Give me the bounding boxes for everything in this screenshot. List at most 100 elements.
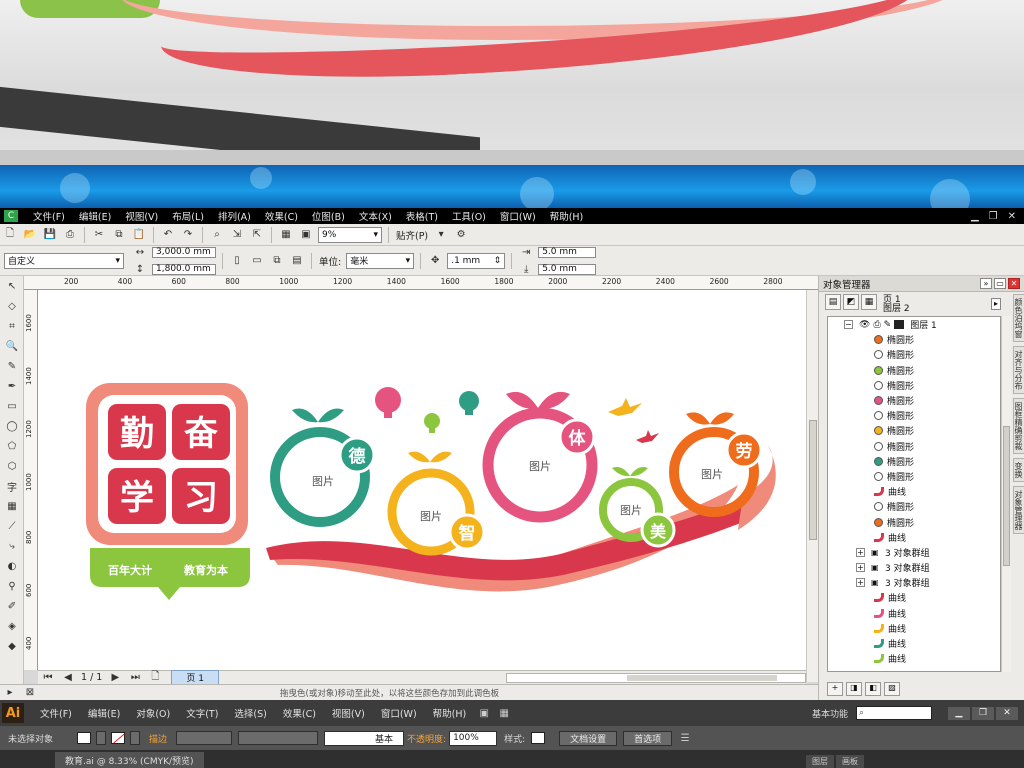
- side-tab-transform[interactable]: 变换: [1013, 458, 1024, 482]
- new-master-layer-even-icon[interactable]: ▨: [884, 682, 900, 696]
- drawing-canvas[interactable]: 勤 奋 学 习 百年大计 教育为本 图片 德 图片 智 图片 体 图片 美 图片…: [38, 290, 806, 670]
- brush-select[interactable]: 基本: [324, 730, 405, 746]
- corel-menu-help[interactable]: 帮助(H): [543, 209, 591, 223]
- document-setup-button[interactable]: 文档设置: [559, 730, 618, 746]
- minimize-icon[interactable]: ▁: [948, 706, 970, 720]
- object-row[interactable]: 椭圆形: [828, 499, 1000, 514]
- corel-menu-effects[interactable]: 效果(C): [258, 209, 305, 223]
- side-tab-powerclip[interactable]: 图框精确剪裁: [1013, 398, 1024, 454]
- object-row[interactable]: 曲线: [828, 606, 1000, 621]
- rectangle-tool-icon[interactable]: ▭: [2, 397, 22, 416]
- object-row[interactable]: 椭圆形: [828, 454, 1000, 469]
- open-icon[interactable]: 📂: [22, 227, 38, 243]
- no-color-icon[interactable]: ⊠: [22, 685, 38, 701]
- nudge-distance-field[interactable]: .1 mm ⇕: [447, 252, 506, 269]
- ai-menu-select[interactable]: 选择(S): [226, 706, 274, 720]
- close-icon[interactable]: ✕: [996, 706, 1018, 720]
- corel-menu-file[interactable]: 文件(F): [26, 209, 72, 223]
- object-row[interactable]: 椭圆形: [828, 347, 1000, 362]
- object-row[interactable]: + ▣ 3 对象群组: [828, 560, 1000, 575]
- save-icon[interactable]: 💾: [42, 227, 58, 243]
- horizontal-ruler[interactable]: 200 400 600 800 1000 1200 1400 1600 1800 2000 2200…: [24, 276, 818, 290]
- ai-menu-edit[interactable]: 编辑(E): [80, 706, 128, 720]
- object-row[interactable]: 椭圆形: [828, 332, 1000, 347]
- ai-menu-file[interactable]: 文件(F): [32, 706, 80, 720]
- document-tab[interactable]: 教育.ai @ 8.33% (CMYK/预览): [55, 752, 204, 768]
- fill-tool-icon[interactable]: ◈: [2, 617, 22, 636]
- snap-to-menu[interactable]: 贴齐(P): [396, 228, 428, 242]
- vertical-ruler[interactable]: 1600 1400 1200 1000 800 600 400: [24, 290, 38, 670]
- search-content-icon[interactable]: ⌕: [209, 227, 225, 243]
- printer-icon[interactable]: ⎙: [873, 320, 880, 330]
- object-row[interactable]: 椭圆形: [828, 378, 1000, 393]
- object-row[interactable]: 曲线: [828, 651, 1000, 666]
- basic-shapes-icon[interactable]: ⬡: [2, 457, 22, 476]
- object-row[interactable]: 曲线: [828, 530, 1000, 545]
- scroll-thumb[interactable]: [1003, 426, 1010, 566]
- ai-menu-window[interactable]: 窗口(W): [373, 706, 425, 720]
- crop-tool-icon[interactable]: ⌗: [2, 317, 22, 336]
- canvas-vertical-scrollbar[interactable]: [806, 290, 818, 682]
- opacity-label[interactable]: 不透明度:: [407, 732, 446, 745]
- outline-tool-icon[interactable]: ✐: [2, 597, 22, 616]
- blend-tool-icon[interactable]: ◐: [2, 557, 22, 576]
- app-launcher-icon[interactable]: ▦: [278, 227, 294, 243]
- interactive-fill-icon[interactable]: ◆: [2, 637, 22, 656]
- ai-menu-type[interactable]: 文字(T): [178, 706, 226, 720]
- corel-menu-text[interactable]: 文本(X): [352, 209, 399, 223]
- print-icon[interactable]: ⎙: [62, 227, 78, 243]
- object-row[interactable]: 椭圆形: [828, 423, 1000, 438]
- object-row[interactable]: 椭圆形: [828, 363, 1000, 378]
- corel-menu-arrange[interactable]: 排列(A): [211, 209, 258, 223]
- side-tab-align[interactable]: 对齐与分布: [1013, 346, 1024, 394]
- undo-icon[interactable]: ↶: [160, 227, 176, 243]
- copy-icon[interactable]: ⧉: [111, 227, 127, 243]
- page-width-field[interactable]: 3,000.0 mm: [152, 246, 216, 258]
- scroll-thumb[interactable]: [809, 420, 817, 540]
- docker-minimize-icon[interactable]: ▭: [994, 278, 1006, 289]
- ai-menu-view[interactable]: 视图(V): [324, 706, 373, 720]
- graphic-style-swatch[interactable]: [531, 732, 546, 744]
- shape-tool-icon[interactable]: ◇: [2, 297, 22, 316]
- options-icon[interactable]: ⚙: [453, 227, 469, 243]
- object-row[interactable]: 曲线: [828, 621, 1000, 636]
- side-tab-object-manager[interactable]: 对象管理器: [1013, 486, 1024, 534]
- corel-menu-edit[interactable]: 编辑(E): [72, 209, 118, 223]
- zoom-tool-icon[interactable]: 🔍: [2, 337, 22, 356]
- pick-tool-icon[interactable]: ↖: [2, 277, 22, 296]
- zoom-level-field[interactable]: 9% ▾: [318, 226, 382, 243]
- page-height-field[interactable]: 1,800.0 mm: [152, 263, 216, 275]
- stroke-weight-field[interactable]: [176, 731, 233, 745]
- restore-icon[interactable]: ❐: [989, 211, 998, 222]
- page-preset-select[interactable]: 自定义 ▾: [4, 252, 124, 269]
- new-icon[interactable]: 🗋: [2, 227, 18, 243]
- fill-swatch[interactable]: [77, 732, 92, 744]
- close-icon[interactable]: ✕: [1008, 211, 1016, 222]
- object-row[interactable]: 椭圆形: [828, 439, 1000, 454]
- export-icon[interactable]: ⇱: [249, 227, 265, 243]
- freehand-tool-icon[interactable]: ✎: [2, 357, 22, 376]
- corel-menu-layout[interactable]: 布局(L): [165, 209, 211, 223]
- canvas-horizontal-scrollbar[interactable]: [506, 672, 806, 683]
- table-tool-icon[interactable]: ▦: [2, 497, 22, 516]
- polygon-tool-icon[interactable]: ⬠: [2, 437, 22, 456]
- new-master-layer-odd-icon[interactable]: ◧: [865, 682, 881, 696]
- layer-manager-view-icon[interactable]: ▦: [861, 294, 877, 310]
- ai-menu-effect[interactable]: 效果(C): [275, 706, 324, 720]
- preferences-button[interactable]: 首选项: [623, 730, 673, 746]
- artistic-media-icon[interactable]: ✒: [2, 377, 22, 396]
- minimize-icon[interactable]: ▁: [971, 211, 979, 222]
- search-input[interactable]: ⌕: [856, 706, 932, 720]
- connector-tool-icon[interactable]: ⤷: [2, 537, 22, 556]
- object-row[interactable]: 椭圆形: [828, 393, 1000, 408]
- object-row[interactable]: 曲线: [828, 636, 1000, 651]
- opacity-field[interactable]: 100%: [449, 730, 498, 746]
- object-row[interactable]: 曲线: [828, 484, 1000, 499]
- paste-icon[interactable]: 📋: [131, 227, 147, 243]
- restore-icon[interactable]: ❐: [972, 706, 994, 720]
- scroll-thumb[interactable]: [627, 674, 777, 681]
- object-row[interactable]: 椭圆形: [828, 469, 1000, 484]
- object-list-scrollbar[interactable]: [1001, 316, 1011, 672]
- welcome-screen-icon[interactable]: ▣: [298, 227, 314, 243]
- chevron-down-icon[interactable]: [130, 731, 141, 745]
